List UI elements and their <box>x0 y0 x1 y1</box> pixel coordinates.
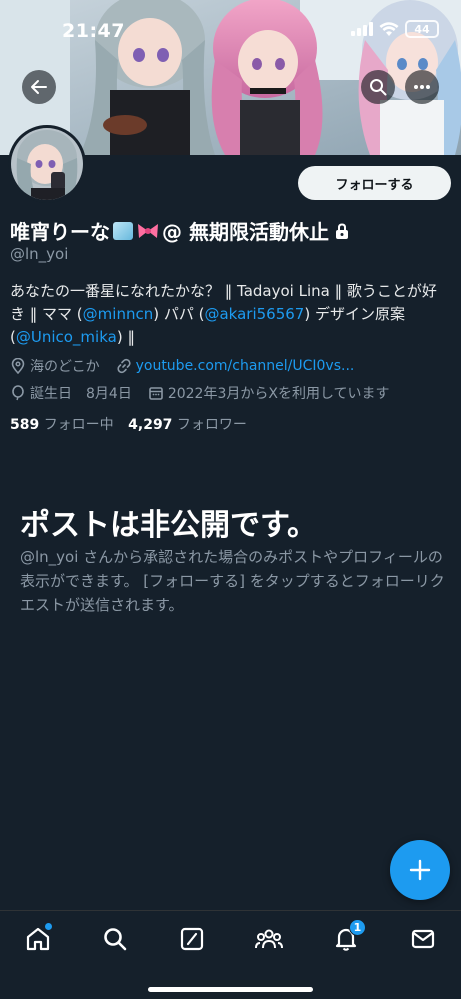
more-horizontal-icon <box>414 85 430 89</box>
display-name-text: 唯宵りーな <box>10 220 110 244</box>
ice-cube-emoji <box>113 221 133 240</box>
lock-icon <box>335 222 348 239</box>
follow-button[interactable]: フォローする <box>298 166 451 200</box>
birthday-text: 誕生日 8月4日 <box>30 386 132 402</box>
messages-icon <box>411 929 435 949</box>
profile-meta-row: 誕生日 8月4日 2022年3月からXを利用しています <box>10 383 406 403</box>
balloon-icon <box>12 385 24 401</box>
back-button[interactable] <box>22 70 56 104</box>
bio: あなたの一番星になれたかな？ ‖ Tadayoi Lina ‖ 歌うことが好き … <box>10 280 450 349</box>
plus-icon <box>409 859 431 881</box>
calendar-icon <box>149 387 163 400</box>
arrow-left-icon <box>31 80 47 94</box>
search-button[interactable] <box>361 70 395 104</box>
communities-icon <box>255 929 283 949</box>
followers-link[interactable]: 4,297 フォロワー <box>128 417 247 433</box>
display-name: 唯宵りーな @ 無期限活動休止 <box>10 216 349 245</box>
following-link[interactable]: 589 フォロー中 <box>10 417 114 433</box>
search-icon <box>370 79 387 96</box>
bio-mention-link[interactable]: @minncn <box>83 305 154 323</box>
bio-mention-link[interactable]: @Unico_mika <box>16 328 117 346</box>
birthday: 誕生日 8月4日 <box>10 383 132 403</box>
website[interactable]: youtube.com/channel/UCI0vs... <box>116 358 355 374</box>
nav-communities[interactable] <box>249 921 289 957</box>
signal-icon <box>351 22 373 36</box>
avatar[interactable] <box>8 125 86 203</box>
followers-count: 4,297 <box>128 417 173 433</box>
unread-dot <box>45 923 52 930</box>
bio-mention-link[interactable]: @akari56567 <box>204 305 304 323</box>
status-icons: 44 <box>351 20 439 38</box>
website-link[interactable]: youtube.com/channel/UCI0vs... <box>136 358 355 374</box>
nav-messages[interactable] <box>403 921 443 957</box>
bottom-navigation: 1 <box>0 910 461 999</box>
ribbon-emoji <box>138 223 158 238</box>
following-count: 589 <box>10 417 40 433</box>
nav-grok[interactable] <box>172 921 212 957</box>
location-icon <box>11 358 25 374</box>
more-button[interactable] <box>405 70 439 104</box>
home-indicator[interactable] <box>148 987 313 992</box>
location-text: 海のどこか <box>30 359 100 375</box>
nav-notifications[interactable]: 1 <box>326 919 366 957</box>
status-bar: 21:47 44 <box>0 0 461 48</box>
link-icon <box>117 358 131 374</box>
protected-posts-description: @ln_yoi さんから承認された場合のみポストやプロフィールの表示ができます。… <box>20 548 445 614</box>
profile-meta-row: 海のどこか youtube.com/channel/UCI0vs... <box>10 356 370 376</box>
joined-text: 2022年3月からXを利用しています <box>167 386 390 402</box>
bio-text: ) ‖ <box>116 328 135 346</box>
display-name-status: @ 無期限活動休止 <box>162 220 329 244</box>
follow-counts: 589 フォロー中 4,297 フォロワー <box>10 414 247 434</box>
search-icon <box>104 928 127 951</box>
bio-text: ) パパ ( <box>153 305 205 323</box>
location: 海のどこか <box>10 356 100 376</box>
notification-badge: 1 <box>349 919 366 936</box>
protected-posts-title: ポストは非公開です。 <box>20 508 317 543</box>
battery-icon: 44 <box>405 20 439 38</box>
battery-level: 44 <box>414 22 430 36</box>
following-label: フォロー中 <box>43 417 114 433</box>
nav-search[interactable] <box>95 921 135 957</box>
status-time: 21:47 <box>62 20 125 42</box>
compose-post-button[interactable] <box>390 840 450 900</box>
nav-home[interactable] <box>18 921 58 957</box>
joined-date: 2022年3月からXを利用しています <box>148 383 390 403</box>
followers-label: フォロワー <box>176 417 247 433</box>
handle: @ln_yoi <box>10 245 69 263</box>
avatar-illustration <box>11 128 83 200</box>
grok-icon <box>180 927 204 951</box>
wifi-icon <box>379 21 399 36</box>
